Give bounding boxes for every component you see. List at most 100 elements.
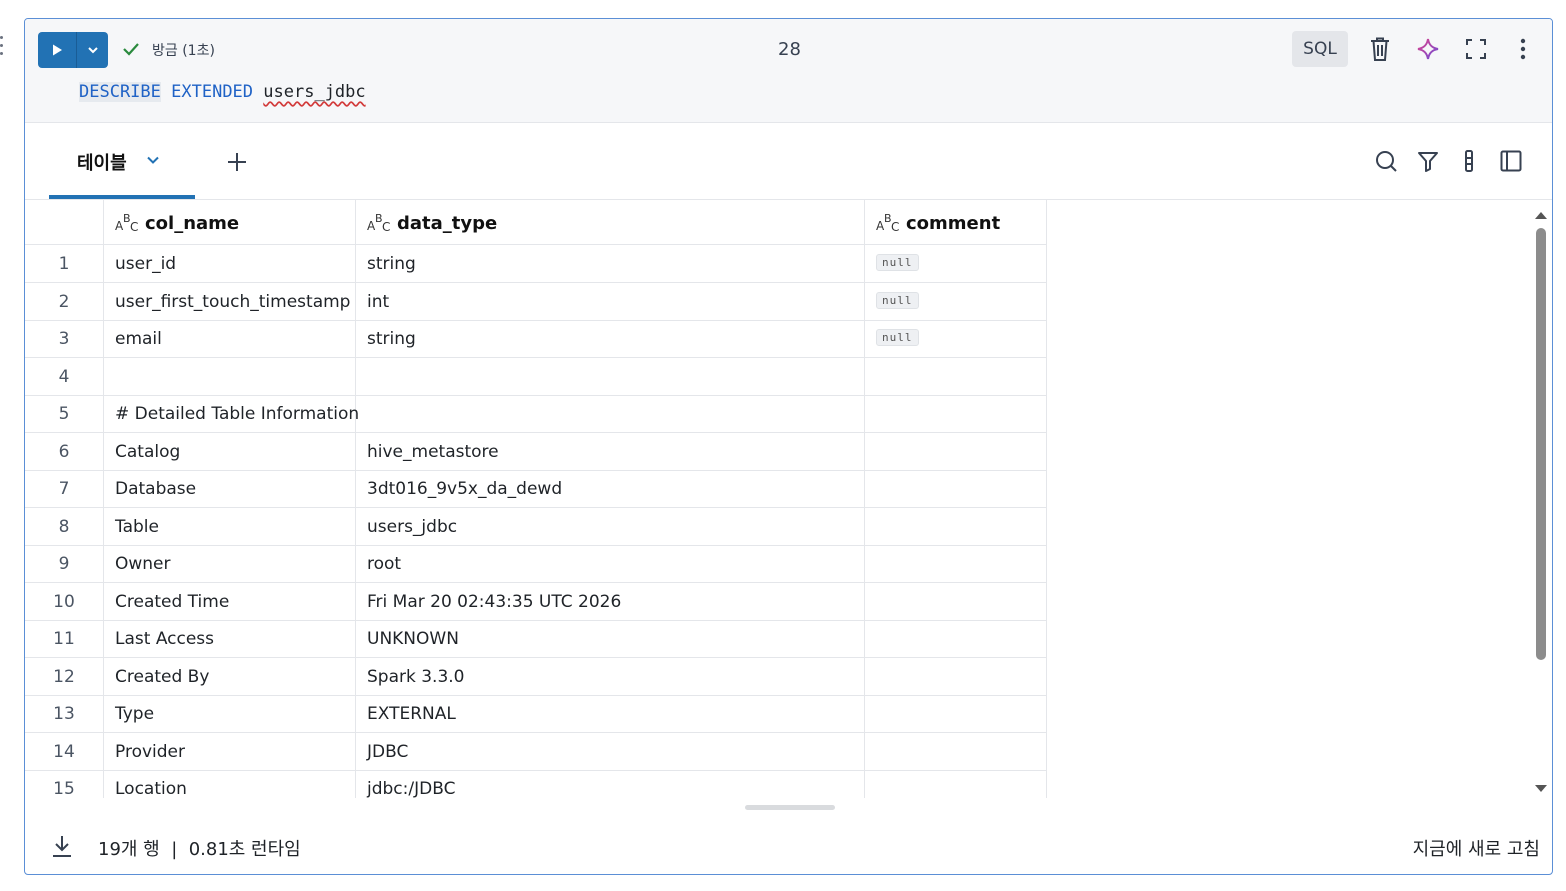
cell-data-type[interactable]: root — [367, 554, 401, 574]
cell-data-type[interactable]: Spark 3.3.0 — [367, 667, 465, 687]
cell-data-type[interactable]: hive_metastore — [367, 442, 499, 462]
table-row[interactable]: 10 Created Time Fri Mar 20 02:43:35 UTC 20… — [25, 583, 1047, 621]
run-options-chevron-icon[interactable] — [77, 32, 108, 68]
table-row[interactable]: 1 user_id string null — [25, 245, 1047, 283]
scrollbar-thumb[interactable] — [1536, 228, 1546, 660]
delete-trash-icon[interactable] — [1366, 35, 1394, 63]
row-number: 13 — [53, 704, 75, 724]
cell-col-name[interactable]: Owner — [115, 554, 171, 574]
row-number: 1 — [58, 254, 70, 274]
cell-data-type[interactable]: string — [367, 329, 416, 349]
scroll-up-icon[interactable] — [1535, 210, 1547, 220]
search-icon[interactable] — [1372, 147, 1400, 175]
svg-text:C: C — [130, 220, 138, 234]
results-toolbar: 테이블 — [25, 123, 1552, 200]
code-keyword: DESCRIBE — [79, 82, 161, 102]
cell-data-type[interactable]: jdbc:/JDBC — [367, 779, 455, 798]
assistant-sparkle-icon[interactable] — [1414, 35, 1442, 63]
cell-data-type[interactable]: EXTERNAL — [367, 704, 456, 724]
cell-data-type[interactable]: string — [367, 254, 416, 274]
cell-col-name[interactable]: Location — [115, 779, 187, 798]
vertical-scrollbar[interactable] — [1535, 210, 1547, 798]
cell-drag-handle[interactable] — [0, 36, 6, 62]
cell-col-name[interactable]: Provider — [115, 742, 185, 762]
column-header[interactable]: ABC col_name — [115, 210, 239, 236]
cell-col-name[interactable]: user_id — [115, 254, 176, 274]
play-icon[interactable] — [38, 32, 76, 68]
row-number: 4 — [58, 366, 70, 387]
cell-col-name[interactable]: Table — [115, 517, 159, 537]
row-number: 14 — [53, 741, 75, 762]
table-row[interactable]: 13 Type EXTERNAL — [25, 695, 1047, 733]
cell-col-name[interactable]: Last Access — [115, 629, 214, 649]
column-density-icon[interactable] — [1455, 147, 1483, 175]
table-row[interactable]: 11 Last Access UNKNOWN — [25, 620, 1047, 658]
row-number: 11 — [53, 629, 75, 649]
cell-data-type[interactable]: int — [367, 292, 389, 312]
cell-data-type[interactable]: UNKNOWN — [367, 629, 459, 649]
row-number: 6 — [58, 441, 70, 462]
table-row[interactable]: 2 user_first_touch_timestamp int null — [25, 283, 1047, 321]
cell-data-type[interactable]: Fri Mar 20 02:43:35 UTC 2026 — [367, 592, 621, 612]
cell-col-name[interactable]: # Detailed Table Information — [115, 404, 359, 424]
download-icon[interactable] — [49, 833, 75, 859]
table-row[interactable]: 4 — [25, 358, 1047, 396]
notebook-cell: 방금 (1초) 2 8 SQL DESCRIBE EXTENDED users_j… — [24, 18, 1553, 875]
language-badge[interactable]: SQL — [1292, 31, 1348, 67]
table-row[interactable]: 14 Provider JDBC — [25, 733, 1047, 771]
string-type-icon: ABC — [367, 211, 391, 235]
row-number: 15 — [53, 779, 75, 798]
fullscreen-icon[interactable] — [1462, 35, 1490, 63]
table-row[interactable]: 7 Database 3dt016_9v5x_da_dewd — [25, 470, 1047, 508]
cell-col-name[interactable]: Type — [115, 704, 154, 724]
chevron-down-icon[interactable] — [145, 152, 161, 168]
string-type-icon: ABC — [115, 211, 139, 235]
table-row[interactable]: 8 Table users_jdbc — [25, 508, 1047, 546]
row-number: 5 — [58, 404, 70, 424]
table-row[interactable]: 9 Owner root — [25, 545, 1047, 583]
results-footer: 19개 행 | 0.81초 런타임 지금에 새로 고침 — [25, 819, 1552, 874]
table-header: ABC col_name ABC data_type ABC comment — [25, 200, 1047, 245]
tab-table[interactable]: 테이블 — [49, 123, 195, 199]
cell-data-type[interactable]: 3dt016_9v5x_da_dewd — [367, 479, 562, 499]
more-menu-icon[interactable] — [1509, 35, 1537, 63]
row-number: 3 — [58, 329, 70, 349]
cell-header: 방금 (1초) 28 SQL DESCRIBE EXTENDED users_j… — [25, 19, 1552, 123]
cell-data-type[interactable]: JDBC — [367, 742, 408, 762]
sql-code-editor[interactable]: DESCRIBE EXTENDED users_jdbc — [79, 82, 366, 102]
svg-text:C: C — [382, 220, 390, 234]
table-row[interactable]: 15 Location jdbc:/JDBC — [25, 770, 1047, 798]
refresh-link[interactable]: 지금에 새로 고침 — [1413, 835, 1540, 861]
table-row[interactable]: 5 # Detailed Table Information — [25, 395, 1047, 433]
cell-col-name[interactable]: Created By — [115, 667, 209, 687]
table-row[interactable]: 3 email string null — [25, 320, 1047, 358]
filter-icon[interactable] — [1414, 147, 1442, 175]
cell-data-type[interactable]: users_jdbc — [367, 517, 457, 537]
cell-col-name[interactable]: Catalog — [115, 442, 180, 462]
table-row[interactable]: 12 Created By Spark 3.3.0 — [25, 658, 1047, 696]
horizontal-scrollbar[interactable] — [745, 805, 835, 810]
results-table: ABC col_name ABC data_type ABC comment 1… — [25, 200, 1047, 798]
table-row[interactable]: 6 Catalog hive_metastore — [25, 433, 1047, 471]
add-tab-icon[interactable] — [224, 149, 250, 175]
cell-col-name[interactable]: email — [115, 329, 162, 349]
row-number: 9 — [58, 554, 70, 574]
success-check-icon — [123, 43, 139, 56]
null-badge: null — [876, 254, 919, 271]
run-status-text: 방금 (1초) — [152, 43, 215, 59]
code-keyword: EXTENDED — [171, 82, 254, 102]
run-cell-button[interactable] — [38, 32, 108, 68]
null-badge: null — [876, 291, 919, 309]
cell-col-name[interactable]: user_first_touch_timestamp — [115, 292, 350, 312]
svg-text:C: C — [891, 220, 899, 234]
row-count-runtime: 19개 행 | 0.81초 런타임 — [98, 839, 301, 860]
row-number: 2 — [58, 291, 70, 312]
column-header[interactable]: ABC comment — [876, 210, 1000, 236]
row-number: 8 — [58, 516, 70, 537]
tab-table-label: 테이블 — [77, 153, 127, 174]
column-header[interactable]: ABC data_type — [367, 210, 497, 236]
side-panel-icon[interactable] — [1497, 147, 1525, 175]
cell-col-name[interactable]: Database — [115, 479, 196, 499]
scroll-down-icon[interactable] — [1535, 784, 1547, 794]
cell-col-name[interactable]: Created Time — [115, 592, 229, 612]
